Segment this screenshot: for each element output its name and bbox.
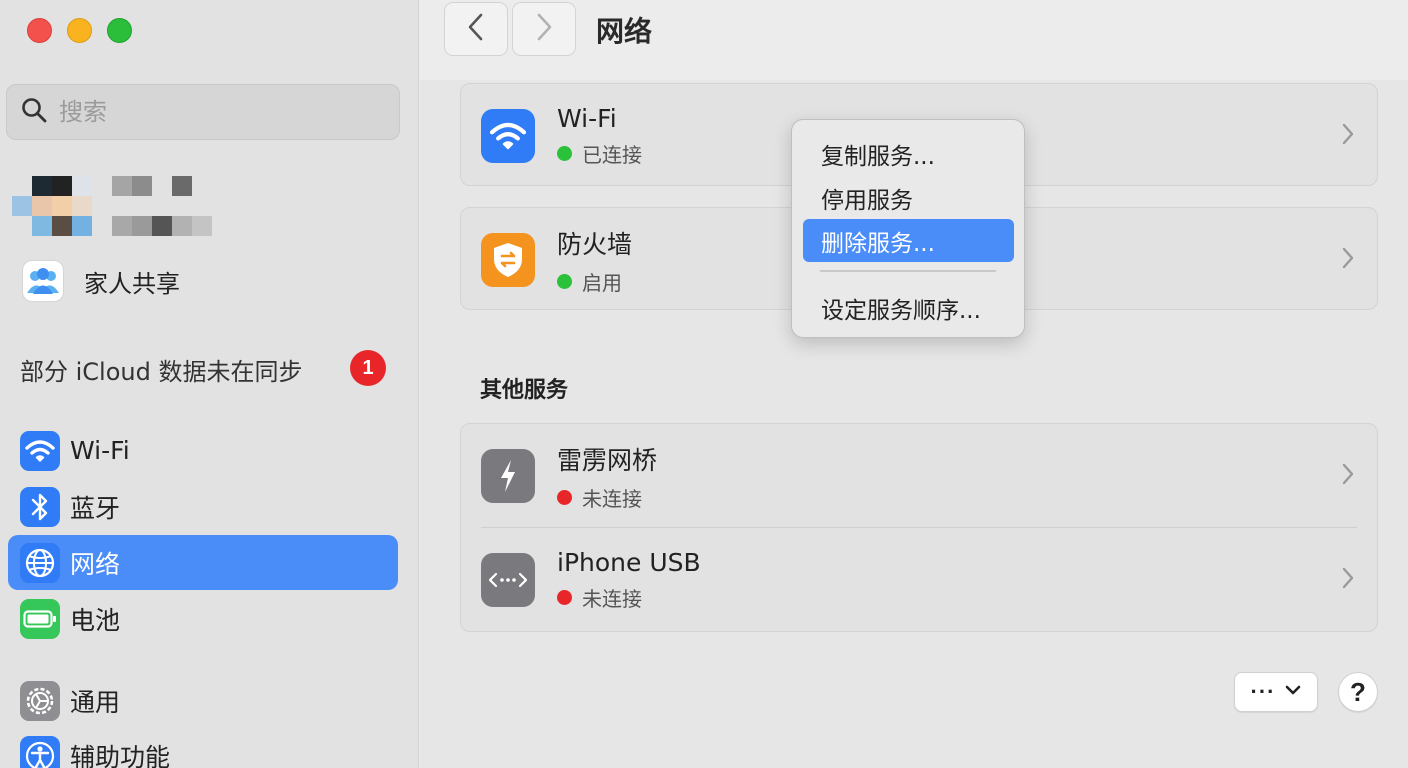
- icloud-sync-text: 部分 iCloud 数据未在同步: [20, 357, 303, 386]
- other-services-card: 雷雳网桥 未连接 iPhone USB 未连接: [460, 423, 1378, 632]
- help-button[interactable]: ?: [1338, 672, 1378, 712]
- status-dot: [557, 146, 572, 161]
- wifi-icon: [481, 109, 535, 163]
- account-avatar[interactable]: [10, 166, 220, 246]
- service-row-thunderbolt-bridge[interactable]: 雷雳网桥 未连接: [461, 424, 1377, 528]
- service-name: iPhone USB: [557, 548, 701, 577]
- toolbar: 网络: [420, 0, 1408, 80]
- bluetooth-icon: [20, 486, 60, 527]
- status-dot: [557, 273, 572, 289]
- battery-icon: [20, 598, 60, 639]
- service-row-iphone-usb[interactable]: iPhone USB 未连接: [461, 528, 1377, 632]
- back-button[interactable]: [444, 2, 508, 56]
- other-services-heading: 其他服务: [480, 378, 569, 403]
- menu-separator: [820, 270, 996, 272]
- search-field[interactable]: [6, 84, 400, 140]
- family-icon: [22, 260, 64, 302]
- more-actions-button[interactable]: ···: [1234, 672, 1318, 712]
- main-panel: 网络 Wi-Fi 已连接 防火墙 启用 其他服务 雷雳网桥 未连接 iPhone…: [420, 0, 1408, 768]
- close-window-button[interactable]: [27, 18, 52, 43]
- menu-item-disable-service[interactable]: 停用服务: [803, 176, 1014, 219]
- connection-icon: [481, 553, 535, 607]
- zoom-window-button[interactable]: [107, 18, 132, 43]
- chevron-down-icon: [1285, 683, 1301, 701]
- forward-button[interactable]: [512, 2, 576, 56]
- menu-item-delete-service[interactable]: 删除服务...: [803, 219, 1014, 262]
- menu-item-set-service-order[interactable]: 设定服务顺序...: [803, 286, 1014, 329]
- chevron-right-icon: [1341, 246, 1355, 275]
- family-sharing-item[interactable]: 家人共享: [22, 260, 180, 302]
- sidebar-item-label: 网络: [70, 549, 121, 579]
- chevron-right-icon: [1341, 462, 1355, 491]
- notification-badge: 1: [350, 350, 386, 386]
- gear-icon: [20, 680, 60, 721]
- sidebar: 家人共享 部分 iCloud 数据未在同步 1 Wi-Fi 蓝牙: [0, 0, 419, 768]
- service-name: Wi-Fi: [557, 104, 617, 133]
- thunderbolt-icon: [481, 449, 535, 503]
- wifi-icon: [20, 430, 60, 471]
- search-icon: [21, 97, 47, 128]
- chevron-right-icon: [534, 12, 554, 47]
- context-menu: 复制服务... 停用服务 删除服务... 设定服务顺序...: [791, 119, 1025, 338]
- menu-item-duplicate-service[interactable]: 复制服务...: [803, 132, 1014, 175]
- status-dot: [557, 489, 572, 505]
- sidebar-item-bluetooth[interactable]: 蓝牙: [8, 479, 398, 534]
- accessibility-icon: [20, 735, 60, 768]
- page-title: 网络: [596, 15, 653, 48]
- sidebar-item-general[interactable]: 通用: [8, 673, 398, 728]
- sidebar-item-label: 通用: [70, 687, 121, 717]
- sidebar-item-label: 辅助功能: [70, 742, 171, 768]
- service-name: 雷雳网桥: [557, 445, 658, 475]
- service-status: 未连接: [582, 587, 642, 611]
- chevron-right-icon: [1341, 122, 1355, 151]
- sidebar-item-label: 蓝牙: [70, 493, 121, 523]
- sidebar-item-label: Wi-Fi: [70, 436, 130, 465]
- family-sharing-label: 家人共享: [84, 269, 180, 298]
- globe-icon: [20, 542, 60, 583]
- sidebar-item-wifi[interactable]: Wi-Fi: [8, 423, 398, 478]
- more-label: ···: [1250, 679, 1276, 704]
- icloud-sync-warning[interactable]: 部分 iCloud 数据未在同步 1: [20, 348, 390, 390]
- service-status: 已连接: [582, 143, 642, 167]
- sidebar-item-accessibility[interactable]: 辅助功能: [8, 728, 398, 768]
- firewall-shield-icon: [481, 233, 535, 287]
- service-status: 未连接: [582, 486, 642, 511]
- minimize-window-button[interactable]: [67, 18, 92, 43]
- chevron-left-icon: [466, 12, 486, 47]
- service-status: 启用: [582, 270, 622, 295]
- service-name: 防火墙: [557, 229, 633, 259]
- status-dot: [557, 590, 572, 605]
- chevron-right-icon: [1341, 566, 1355, 595]
- sidebar-item-battery[interactable]: 电池: [8, 591, 398, 646]
- sidebar-item-network[interactable]: 网络: [8, 535, 398, 590]
- search-input[interactable]: [59, 98, 379, 126]
- sidebar-item-label: 电池: [70, 605, 121, 635]
